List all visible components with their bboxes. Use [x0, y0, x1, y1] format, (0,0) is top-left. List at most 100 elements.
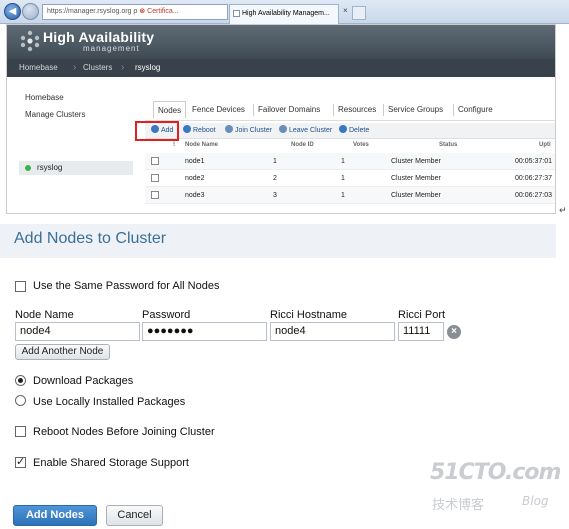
join-icon [225, 125, 233, 133]
cluster-name: rsyslog [37, 163, 63, 172]
certificate-error-icon[interactable]: ⊗ [139, 8, 145, 15]
app-subtitle: management [83, 44, 140, 53]
reboot-icon [183, 125, 191, 133]
node-status: Cluster Member [391, 192, 441, 199]
add-another-node-button[interactable]: Add Another Node [15, 344, 110, 360]
browser-tab[interactable]: High Availability Managem... [229, 4, 339, 24]
local-packages-radio[interactable] [15, 395, 26, 406]
node-name[interactable]: node2 [185, 170, 204, 187]
leave-cluster-button[interactable]: Leave Cluster [279, 125, 332, 137]
watermark-bottom: 技术博客 [432, 498, 485, 513]
tab-failover-domains[interactable]: Failover Domains [258, 101, 320, 119]
browser-tab-title: High Availability Managem... [242, 10, 330, 17]
local-packages-label: Use Locally Installed Packages [33, 396, 186, 408]
col-header-node-name: Node Name [15, 309, 74, 321]
node-id: 3 [273, 192, 277, 199]
node-name[interactable]: node1 [185, 153, 204, 170]
table-header: ! Node Name Node ID Votes Status Upti [145, 141, 555, 153]
same-password-label: Use the Same Password for All Nodes [33, 280, 220, 292]
address-prefix: https:// [47, 8, 69, 15]
join-cluster-button[interactable]: Join Cluster [225, 125, 272, 137]
tab-divider [453, 104, 454, 116]
online-status-icon [25, 165, 31, 171]
node-name[interactable]: node3 [185, 187, 204, 204]
breadcrumb-separator-icon: › [121, 62, 125, 73]
reboot-button[interactable]: Reboot [183, 125, 216, 137]
app-title: High Availability [43, 29, 155, 45]
reboot-label: Reboot [193, 127, 216, 134]
shared-storage-checkbox[interactable] [15, 455, 26, 468]
ricci-port-input[interactable]: 11111 [398, 322, 444, 341]
col-header-ricci-hostname: Ricci Hostname [270, 309, 348, 321]
certificate-error-label[interactable]: Certifica... [147, 8, 179, 15]
delete-button[interactable]: Delete [339, 125, 369, 137]
shared-storage-label: Enable Shared Storage Support [33, 457, 189, 469]
sidebar-item-homebase[interactable]: Homebase [25, 93, 64, 102]
node-status: Cluster Member [391, 175, 441, 182]
col-votes: Votes [353, 142, 369, 148]
watermark-top: 51CTO.com [430, 460, 561, 485]
add-nodes-button[interactable]: Add Nodes [13, 505, 97, 526]
col-header-password: Password [142, 309, 191, 321]
ha-main: Nodes Fence Devices Failover Domains Res… [135, 77, 555, 213]
new-tab-button[interactable] [352, 6, 366, 20]
node-votes: 1 [341, 175, 345, 182]
tab-nodes[interactable]: Nodes [153, 101, 187, 119]
table-row[interactable]: node2 2 1 Cluster Member 00:06:27:37 [145, 170, 555, 187]
node-uptime: 00:06:27:37 [515, 175, 552, 182]
breadcrumb-separator-icon: › [73, 62, 77, 73]
cancel-button[interactable]: Cancel [106, 505, 163, 526]
table-row[interactable]: node3 3 1 Cluster Member 00:06:27:03 [145, 187, 555, 204]
sidebar-item-manage-clusters[interactable]: Manage Clusters [25, 110, 85, 119]
address-bar[interactable]: https://manager.rsyslog.org ρ ⊗ Certific… [42, 4, 228, 20]
nodes-toolbar: Add Reboot Join Cluster Leave Cluster De… [145, 123, 555, 139]
password-input[interactable]: ●●●●●●● [142, 322, 267, 341]
close-tab-icon[interactable]: × [343, 6, 348, 15]
breadcrumb-homebase[interactable]: Homebase [19, 59, 58, 77]
reboot-nodes-checkbox[interactable] [15, 426, 26, 437]
download-packages-label: Download Packages [33, 375, 134, 387]
node-name-input[interactable]: node4 [15, 322, 140, 341]
join-cluster-label: Join Cluster [235, 127, 272, 134]
ha-sidebar: Homebase Manage Clusters rsyslog [7, 77, 135, 213]
breadcrumb-clusters[interactable]: Clusters [83, 59, 112, 77]
download-packages-radio[interactable] [15, 375, 26, 386]
ha-management-app: High Availability management Homebase › … [6, 24, 556, 214]
node-uptime: 00:06:27:03 [515, 192, 552, 199]
tab-fence-devices[interactable]: Fence Devices [192, 101, 245, 119]
leave-icon [279, 125, 287, 133]
reboot-nodes-label: Reboot Nodes Before Joining Cluster [33, 426, 215, 438]
add-button-highlight [135, 121, 179, 141]
back-icon[interactable]: ◀ [4, 3, 21, 20]
col-status-flag: ! [173, 142, 175, 148]
search-icon[interactable]: ρ [133, 8, 137, 15]
tab-divider [383, 104, 384, 116]
forward-icon[interactable] [22, 3, 39, 20]
node-votes: 1 [341, 192, 345, 199]
ricci-hostname-input[interactable]: node4 [270, 322, 395, 341]
tab-service-groups[interactable]: Service Groups [388, 101, 443, 119]
dialog-header: Add Nodes to Cluster [0, 224, 556, 258]
breadcrumb: Homebase › Clusters › rsyslog [7, 59, 555, 77]
tab-resources[interactable]: Resources [338, 101, 376, 119]
node-status: Cluster Member [391, 158, 441, 165]
node-uptime: 00:05:37:01 [515, 158, 552, 165]
watermark: 51CTO.com 技术博客 Blog [430, 460, 561, 520]
col-node-id: Node ID [291, 142, 314, 148]
breadcrumb-rsyslog: rsyslog [135, 63, 161, 72]
table-row[interactable]: node1 1 1 Cluster Member 00:05:37:01 [145, 153, 555, 170]
remove-node-icon[interactable]: × [447, 325, 461, 339]
row-checkbox[interactable] [151, 157, 159, 165]
row-checkbox[interactable] [151, 174, 159, 182]
delete-icon [339, 125, 347, 133]
leave-cluster-label: Leave Cluster [289, 127, 333, 134]
delete-label: Delete [349, 127, 370, 134]
address-host: manager.rsyslog.org [68, 8, 132, 15]
tab-configure[interactable]: Configure [458, 101, 493, 119]
row-checkbox[interactable] [151, 191, 159, 199]
paragraph-return-mark: ↵ [559, 205, 567, 215]
node-id: 2 [273, 175, 277, 182]
sidebar-cluster-rsyslog[interactable]: rsyslog [19, 161, 133, 175]
same-password-checkbox[interactable] [15, 281, 26, 292]
app-header: High Availability management [7, 25, 555, 59]
